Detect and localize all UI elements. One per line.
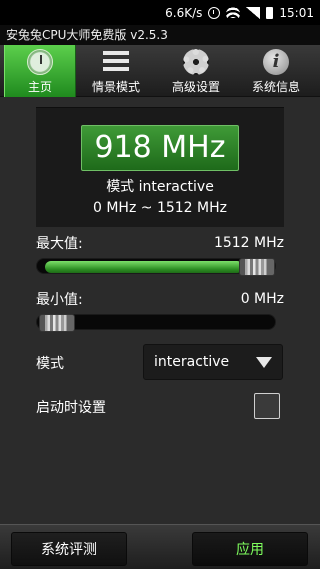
- frequency-range: 0 MHz ~ 1512 MHz: [93, 200, 227, 216]
- gear-icon: [183, 49, 209, 75]
- apply-on-boot-label: 启动时设置: [36, 400, 106, 416]
- max-label: 最大值:: [36, 236, 83, 252]
- tab-bar: 主页 情景模式 高级设置 i 系统信息: [0, 45, 320, 97]
- min-value: 0 MHz: [240, 291, 284, 307]
- governor-dropdown[interactable]: interactive: [143, 344, 283, 380]
- tab-scenario[interactable]: 情景模式: [76, 45, 156, 97]
- slider-thumb[interactable]: [239, 258, 275, 276]
- clock-time: 15:01: [279, 5, 314, 20]
- list-icon: [103, 49, 129, 75]
- network-speed: 6.6K/s: [165, 5, 203, 20]
- cpu-status-panel: 918 MHz 模式 interactive 0 MHz ~ 1512 MHz: [36, 107, 284, 227]
- info-icon: i: [263, 49, 289, 75]
- slider-thumb[interactable]: [39, 314, 75, 332]
- clock-icon: [27, 49, 53, 75]
- wifi-icon: [226, 7, 241, 18]
- dropdown-value: interactive: [154, 354, 230, 370]
- min-row: 最小值: 0 MHz: [36, 290, 284, 308]
- signal-icon: [246, 6, 261, 19]
- max-frequency-slider[interactable]: [36, 258, 276, 276]
- tab-label: 高级设置: [171, 80, 220, 94]
- current-frequency: 918 MHz: [81, 125, 239, 171]
- chevron-down-icon: [256, 356, 272, 368]
- apply-button[interactable]: 应用: [192, 532, 308, 566]
- slider-fill: [45, 261, 243, 273]
- alarm-icon: [208, 6, 221, 19]
- tab-label: 主页: [27, 80, 52, 94]
- tab-label: 情景模式: [91, 80, 140, 94]
- tab-sysinfo[interactable]: i 系统信息: [236, 45, 316, 97]
- tab-label: 系统信息: [251, 80, 300, 94]
- min-frequency-slider[interactable]: [36, 314, 276, 332]
- tab-advanced[interactable]: 高级设置: [156, 45, 236, 97]
- status-bar: 6.6K/s 15:01: [0, 0, 320, 25]
- mode-label: 模式: [36, 356, 64, 372]
- app-title: 安兔兔CPU大师免费版 v2.5.3: [0, 25, 320, 45]
- current-mode: 模式 interactive: [106, 179, 214, 195]
- max-row: 最大值: 1512 MHz: [36, 234, 284, 252]
- benchmark-button[interactable]: 系统评测: [11, 532, 127, 566]
- bottom-bar: 系统评测 应用: [0, 524, 320, 569]
- battery-icon: [266, 6, 274, 19]
- min-label: 最小值:: [36, 292, 83, 308]
- apply-on-boot-checkbox[interactable]: [254, 393, 280, 419]
- tab-home[interactable]: 主页: [4, 45, 76, 97]
- max-value: 1512 MHz: [213, 235, 284, 251]
